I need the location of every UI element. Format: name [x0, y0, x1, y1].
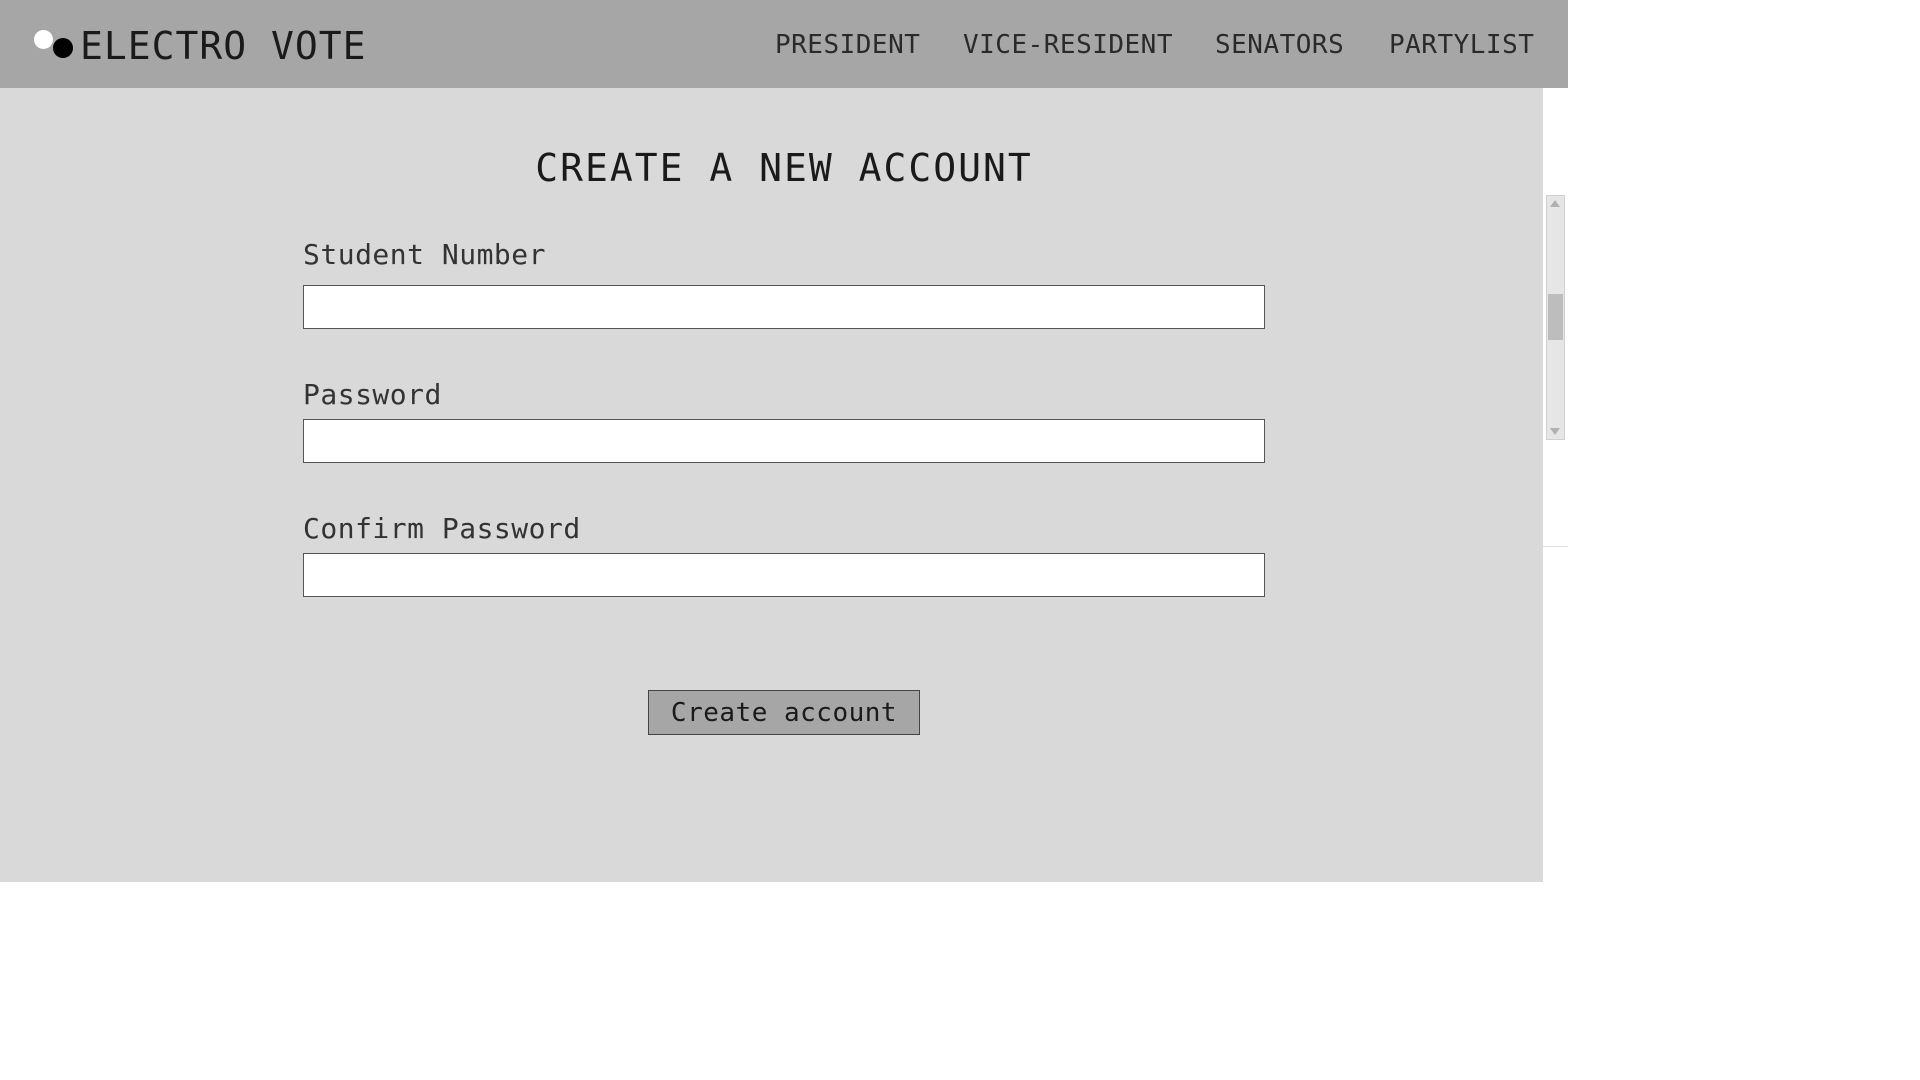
- nav-link-senators[interactable]: SENATORS: [1215, 30, 1344, 60]
- nav-link-partylist[interactable]: PARTYLIST: [1389, 30, 1534, 60]
- page-title: CREATE A NEW ACCOUNT: [535, 146, 1033, 190]
- main-nav: PRESIDENT VICE-RESIDENT SENATORS PARTYLI…: [0, 30, 1568, 62]
- top-navbar: ELECTRO VOTE PRESIDENT VICE-RESIDENT SEN…: [0, 0, 1568, 88]
- nav-link-president[interactable]: PRESIDENT: [775, 30, 920, 60]
- scrollbar-thumb[interactable]: [1548, 294, 1563, 340]
- scroll-up-arrow-icon[interactable]: [1550, 200, 1560, 207]
- vertical-scrollbar[interactable]: [1546, 195, 1565, 440]
- divider: [1543, 546, 1568, 547]
- scroll-down-arrow-icon[interactable]: [1550, 428, 1560, 435]
- signup-panel: CREATE A NEW ACCOUNT Student Number Pass…: [0, 88, 1543, 882]
- password-label: Password: [303, 378, 442, 411]
- create-account-button[interactable]: Create account: [648, 690, 920, 735]
- student-number-input[interactable]: [303, 285, 1265, 329]
- confirm-password-label: Confirm Password: [303, 512, 581, 545]
- password-input[interactable]: [303, 419, 1265, 463]
- nav-link-vice-president[interactable]: VICE-RESIDENT: [963, 30, 1173, 60]
- student-number-label: Student Number: [303, 238, 547, 271]
- confirm-password-input[interactable]: [303, 553, 1265, 597]
